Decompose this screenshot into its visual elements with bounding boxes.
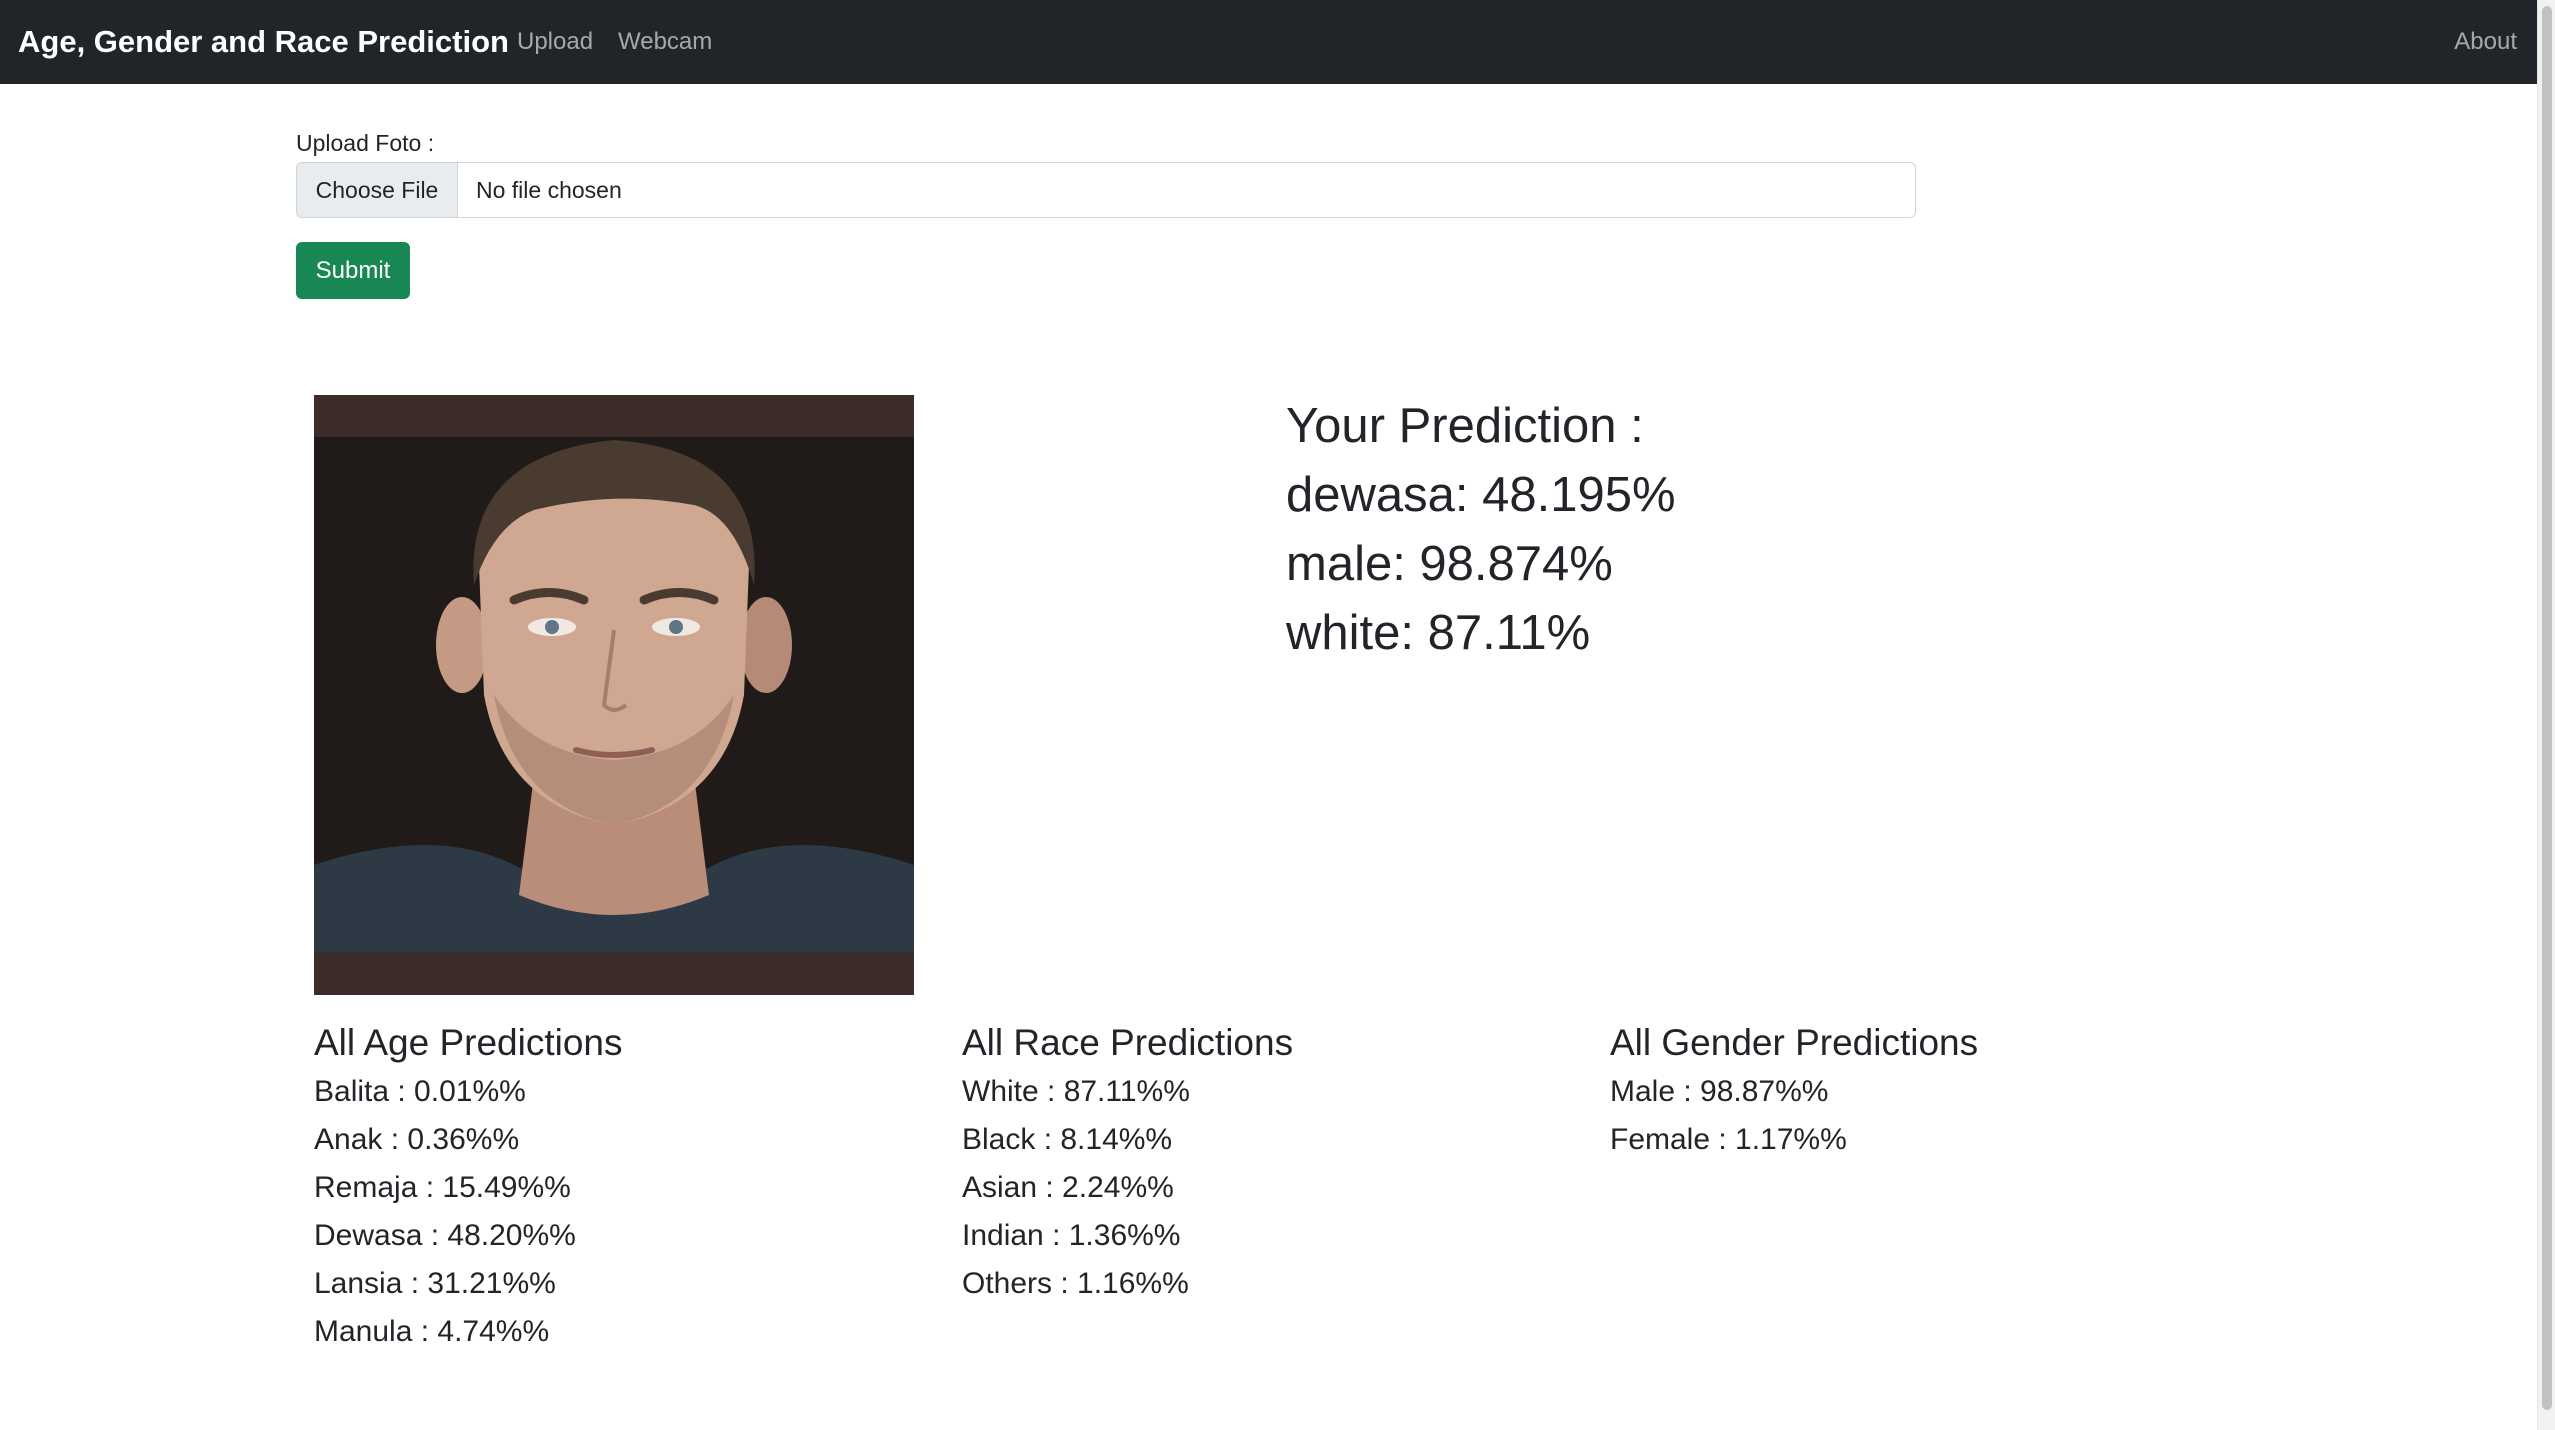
submit-button[interactable]: Submit: [296, 242, 410, 299]
gender-predictions: All Gender Predictions Male : 98.87%% Fe…: [1610, 1018, 1978, 1164]
uploaded-face-photo: [314, 395, 914, 995]
race-item-white: White : 87.11%%: [962, 1075, 1190, 1108]
navbar-brand[interactable]: Age, Gender and Race Prediction: [18, 24, 509, 60]
nav-link-about[interactable]: About: [2454, 28, 2517, 56]
race-item-indian: Indian : 1.36%%: [962, 1219, 1181, 1252]
age-item-manula: Manula : 4.74%%: [314, 1315, 550, 1348]
race-item-others: Others : 1.16%%: [962, 1267, 1189, 1300]
scrollbar-thumb[interactable]: [2542, 6, 2552, 1410]
file-input[interactable]: Choose File No file chosen: [296, 162, 1916, 218]
age-item-dewasa: Dewasa : 48.20%%: [314, 1219, 576, 1252]
prediction-title: Your Prediction :: [1286, 399, 1644, 453]
prediction-summary: Your Prediction : dewasa: 48.195% male: …: [1286, 392, 1676, 668]
race-predictions: All Race Predictions White : 87.11%% Bla…: [962, 1018, 1293, 1308]
file-status-text: No file chosen: [476, 176, 622, 203]
navbar: Age, Gender and Race Prediction Upload W…: [0, 0, 2537, 84]
age-item-lansia: Lansia : 31.21%%: [314, 1267, 556, 1300]
age-item-balita: Balita : 0.01%%: [314, 1075, 526, 1108]
age-item-anak: Anak : 0.36%%: [314, 1123, 520, 1156]
prediction-race: white: 87.11%: [1286, 606, 1591, 660]
age-predictions: All Age Predictions Balita : 0.01%% Anak…: [314, 1018, 623, 1356]
nav-link-webcam[interactable]: Webcam: [618, 28, 712, 56]
face-photo-image: [314, 395, 914, 995]
prediction-age: dewasa: 48.195%: [1286, 468, 1676, 522]
race-item-asian: Asian : 2.24%%: [962, 1171, 1174, 1204]
age-predictions-title: All Age Predictions: [314, 1022, 623, 1063]
choose-file-button[interactable]: Choose File: [297, 163, 458, 217]
nav-link-upload[interactable]: Upload: [517, 28, 593, 56]
gender-item-female: Female : 1.17%%: [1610, 1123, 1847, 1156]
vertical-scrollbar[interactable]: [2537, 0, 2555, 1430]
age-item-remaja: Remaja : 15.49%%: [314, 1171, 571, 1204]
gender-predictions-title: All Gender Predictions: [1610, 1022, 1979, 1063]
race-predictions-title: All Race Predictions: [962, 1022, 1294, 1063]
race-item-black: Black : 8.14%%: [962, 1123, 1173, 1156]
gender-item-male: Male : 98.87%%: [1610, 1075, 1829, 1108]
upload-photo-label: Upload Foto :: [296, 130, 435, 156]
prediction-gender: male: 98.874%: [1286, 537, 1613, 591]
